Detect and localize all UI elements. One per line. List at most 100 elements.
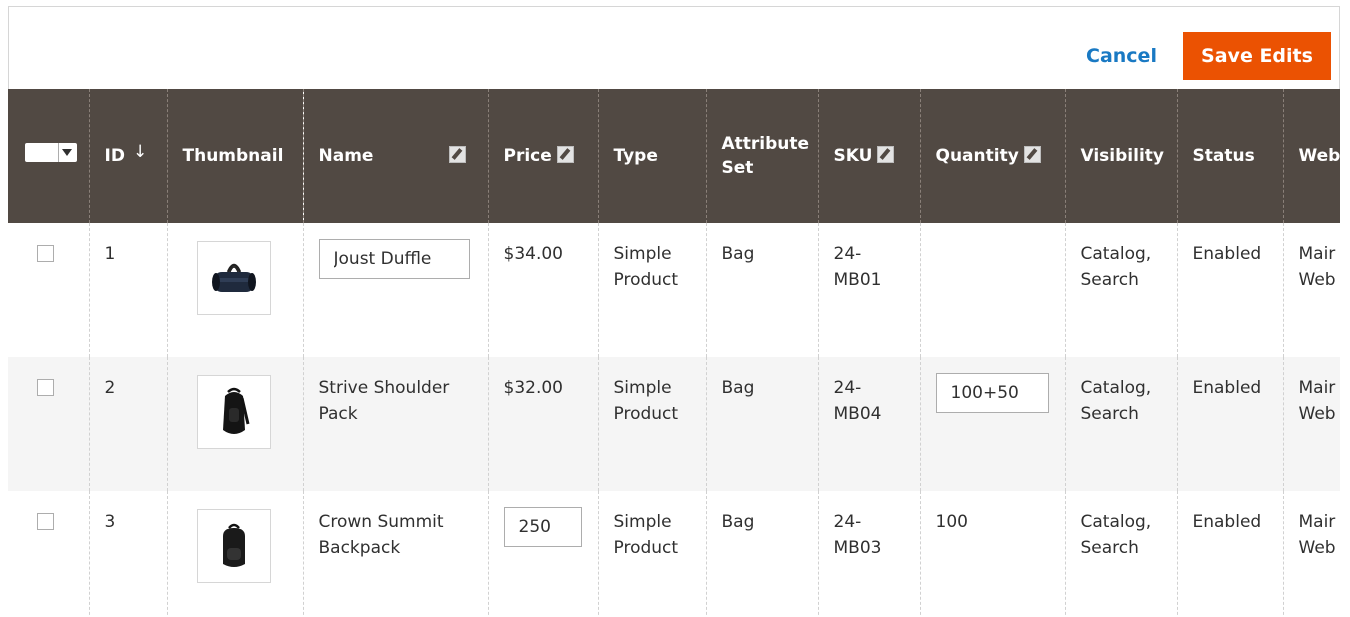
table-row: 2 Strive Shoulder Pack $32.00 Simple Pro… — [8, 357, 1340, 491]
websites-cell: Mair Web — [1282, 223, 1340, 357]
product-thumbnail[interactable] — [196, 241, 271, 315]
quantity-cell: 100 — [919, 491, 1065, 617]
edit-icon — [556, 146, 574, 163]
attribute-set-cell: Bag — [705, 357, 818, 491]
sku-cell: 24- MB04 — [817, 357, 920, 491]
visibility-cell: Catalog, Search — [1064, 491, 1177, 617]
thumbnail-cell — [166, 223, 303, 357]
type-line1: Simple — [613, 512, 672, 532]
type-line1: Simple — [613, 378, 672, 398]
visibility-line2: Search — [1080, 538, 1139, 558]
websites-line1: Mair — [1298, 378, 1336, 398]
mass-select-dropdown[interactable] — [25, 143, 77, 162]
column-header-price[interactable]: Price — [487, 89, 598, 223]
type-cell: Simple Product — [597, 223, 706, 357]
column-header-thumbnail-label: Thumbnail — [182, 146, 284, 166]
name-input[interactable] — [318, 239, 470, 279]
column-header-type-label: Type — [613, 146, 658, 166]
name-cell: Crown Summit Backpack — [302, 491, 488, 617]
shoulder-pack-icon — [222, 387, 249, 434]
column-header-name[interactable]: Name — [302, 89, 488, 223]
column-header-quantity-label: Quantity — [935, 146, 1019, 166]
visibility-line2: Search — [1080, 404, 1139, 424]
table-header-row: ID ↓ Thumbnail Name Price Type Attribute — [8, 89, 1340, 223]
name-line1: Crown Summit — [318, 512, 444, 532]
name-line2: Backpack — [318, 538, 401, 558]
product-thumbnail[interactable] — [196, 375, 271, 449]
column-header-id[interactable]: ID ↓ — [88, 89, 167, 223]
type-line2: Product — [613, 538, 679, 558]
thumbnail-cell — [166, 357, 303, 491]
visibility-line1: Catalog, — [1080, 378, 1152, 398]
sort-arrow-down-icon: ↓ — [132, 142, 148, 162]
cancel-button[interactable]: Cancel — [1086, 45, 1157, 67]
save-edits-button[interactable]: Save Edits — [1183, 32, 1331, 80]
column-header-websites[interactable]: Web — [1282, 89, 1340, 223]
websites-line2: Web — [1298, 270, 1336, 290]
price-cell: $32.00 — [487, 357, 598, 491]
column-header-price-label: Price — [503, 146, 552, 166]
sku-line2: MB03 — [833, 538, 882, 558]
visibility-line2: Search — [1080, 270, 1139, 290]
table-row: 3 Crown Summit Backpack 250 Simple Produ… — [8, 491, 1340, 617]
column-header-attribute-set[interactable]: Attribute Set — [705, 89, 818, 223]
duffle-bag-icon — [211, 263, 256, 292]
price-input[interactable] — [503, 507, 582, 547]
column-header-attribute-set-line2: Set — [721, 158, 754, 178]
websites-line1: Mair — [1298, 512, 1336, 532]
id-cell: 2 — [88, 357, 167, 491]
edit-icon — [877, 146, 895, 163]
type-line1: Simple — [613, 244, 672, 264]
row-checkbox[interactable] — [37, 513, 54, 530]
id-cell: 3 — [88, 491, 167, 617]
column-header-status[interactable]: Status — [1176, 89, 1283, 223]
visibility-line1: Catalog, — [1080, 244, 1152, 264]
column-header-status-label: Status — [1192, 146, 1255, 166]
column-header-sku[interactable]: SKU — [817, 89, 920, 223]
status-cell: Enabled — [1176, 491, 1283, 617]
name-line2: Pack — [318, 404, 358, 424]
sku-cell: 24- MB01 — [817, 223, 920, 357]
visibility-line1: Catalog, — [1080, 512, 1152, 532]
price-cell — [487, 491, 598, 617]
name-cell — [302, 223, 488, 357]
column-header-thumbnail: Thumbnail — [166, 89, 303, 223]
column-header-attribute-set-line1: Attribute — [721, 134, 810, 154]
type-cell: Simple Product — [597, 357, 706, 491]
column-header-quantity[interactable]: Quantity — [919, 89, 1065, 223]
row-select-cell — [8, 223, 89, 357]
type-cell: Simple Product — [597, 491, 706, 617]
column-header-visibility[interactable]: Visibility — [1064, 89, 1177, 223]
edit-icon — [1023, 146, 1041, 163]
row-checkbox[interactable] — [37, 379, 54, 396]
row-checkbox[interactable] — [37, 245, 54, 262]
inline-edit-action-bar: Cancel Save Edits — [8, 6, 1340, 89]
product-table: ID ↓ Thumbnail Name Price Type Attribute — [8, 89, 1340, 617]
type-line2: Product — [613, 404, 679, 424]
column-header-type[interactable]: Type — [597, 89, 706, 223]
websites-cell: Mair Web — [1282, 491, 1340, 617]
status-cell: Enabled — [1176, 357, 1283, 491]
price-cell: $34.00 — [487, 223, 598, 357]
id-cell: 1 — [88, 223, 167, 357]
product-thumbnail[interactable] — [196, 509, 271, 583]
quantity-cell — [919, 357, 1065, 491]
mass-select-divider — [58, 143, 59, 162]
sku-line2: MB04 — [833, 404, 882, 424]
column-header-id-label: ID — [104, 146, 125, 166]
sku-line1: 24- — [833, 244, 862, 264]
row-select-cell — [8, 357, 89, 491]
sku-line1: 24- — [833, 378, 862, 398]
websites-cell: Mair Web — [1282, 357, 1340, 491]
mass-select-header — [8, 89, 89, 223]
column-header-name-label: Name — [318, 146, 374, 166]
status-cell: Enabled — [1176, 223, 1283, 357]
visibility-cell: Catalog, Search — [1064, 357, 1177, 491]
quantity-input[interactable] — [935, 373, 1049, 413]
websites-line1: Mair — [1298, 244, 1336, 264]
websites-line2: Web — [1298, 404, 1336, 424]
chevron-down-icon — [62, 149, 72, 156]
visibility-cell: Catalog, Search — [1064, 223, 1177, 357]
sku-line2: MB01 — [833, 270, 882, 290]
column-header-sku-label: SKU — [833, 146, 873, 166]
